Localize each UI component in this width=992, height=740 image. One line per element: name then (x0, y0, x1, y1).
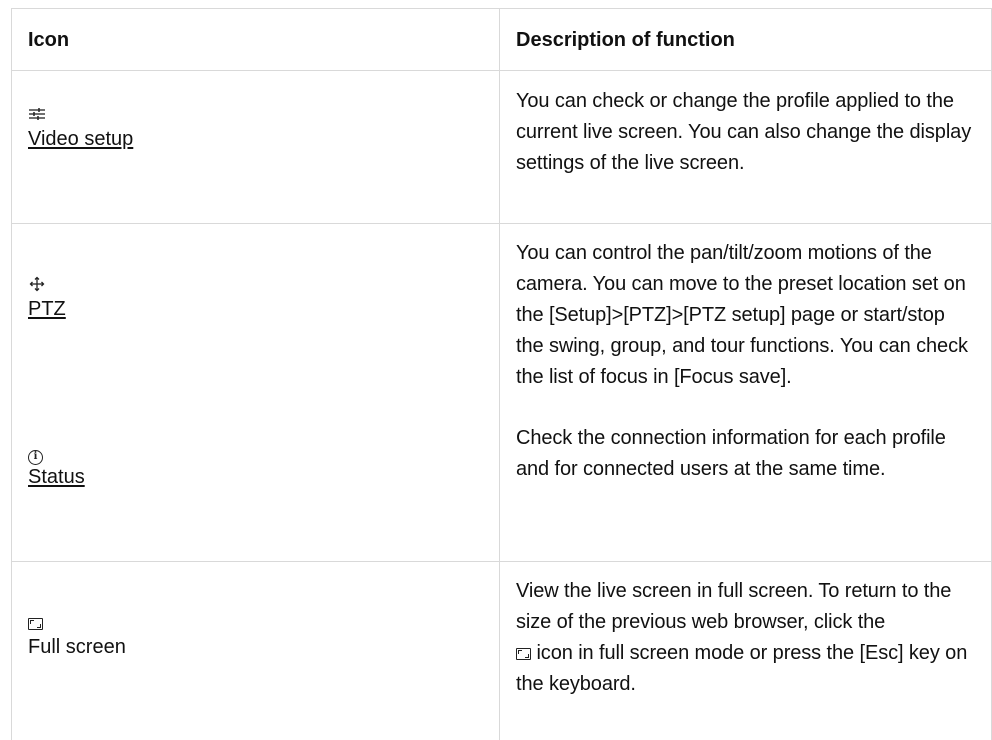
table-row-full-screen: Full screen View the live screen in full… (12, 562, 991, 740)
full-screen-label: Full screen (28, 636, 126, 658)
full-screen-icon (28, 614, 499, 634)
icon-cell: PTZ i Status (12, 224, 500, 561)
ptz-description: You can control the pan/tilt/zoom motion… (516, 242, 968, 388)
full-screen-description: View the live screen in full screen. To … (516, 576, 975, 700)
full-screen-description-part2: icon in full screen mode or press the [E… (516, 642, 968, 695)
description-cell: You can check or change the profile appl… (500, 71, 989, 223)
status-description: Check the connection information for eac… (516, 427, 946, 480)
full-screen-description-part1: View the live screen in full screen. To … (516, 580, 952, 633)
table-header-row: Icon Description of function (12, 9, 991, 71)
description-cell: View the live screen in full screen. To … (500, 562, 989, 740)
sliders-icon (28, 106, 499, 126)
table-row-ptz-status: PTZ i Status You can control the pan/til… (12, 224, 991, 562)
status-link[interactable]: Status (28, 464, 85, 490)
video-setup-link[interactable]: Video setup (28, 126, 133, 152)
full-screen-inline-icon (516, 648, 531, 660)
function-table: Icon Description of function Video setup… (11, 8, 992, 740)
ptz-link[interactable]: PTZ (28, 296, 66, 322)
video-setup-description: You can check or change the profile appl… (516, 90, 972, 174)
description-cell: You can control the pan/tilt/zoom motion… (500, 224, 989, 561)
info-circle-icon: i (28, 444, 85, 465)
table-row-video-setup: Video setup You can check or change the … (12, 71, 991, 224)
move-arrows-icon (28, 276, 66, 296)
icon-cell: Full screen (12, 562, 500, 740)
header-description-column: Description of function (516, 29, 735, 51)
icon-cell: Video setup (12, 71, 500, 223)
header-icon-column: Icon (12, 9, 500, 70)
